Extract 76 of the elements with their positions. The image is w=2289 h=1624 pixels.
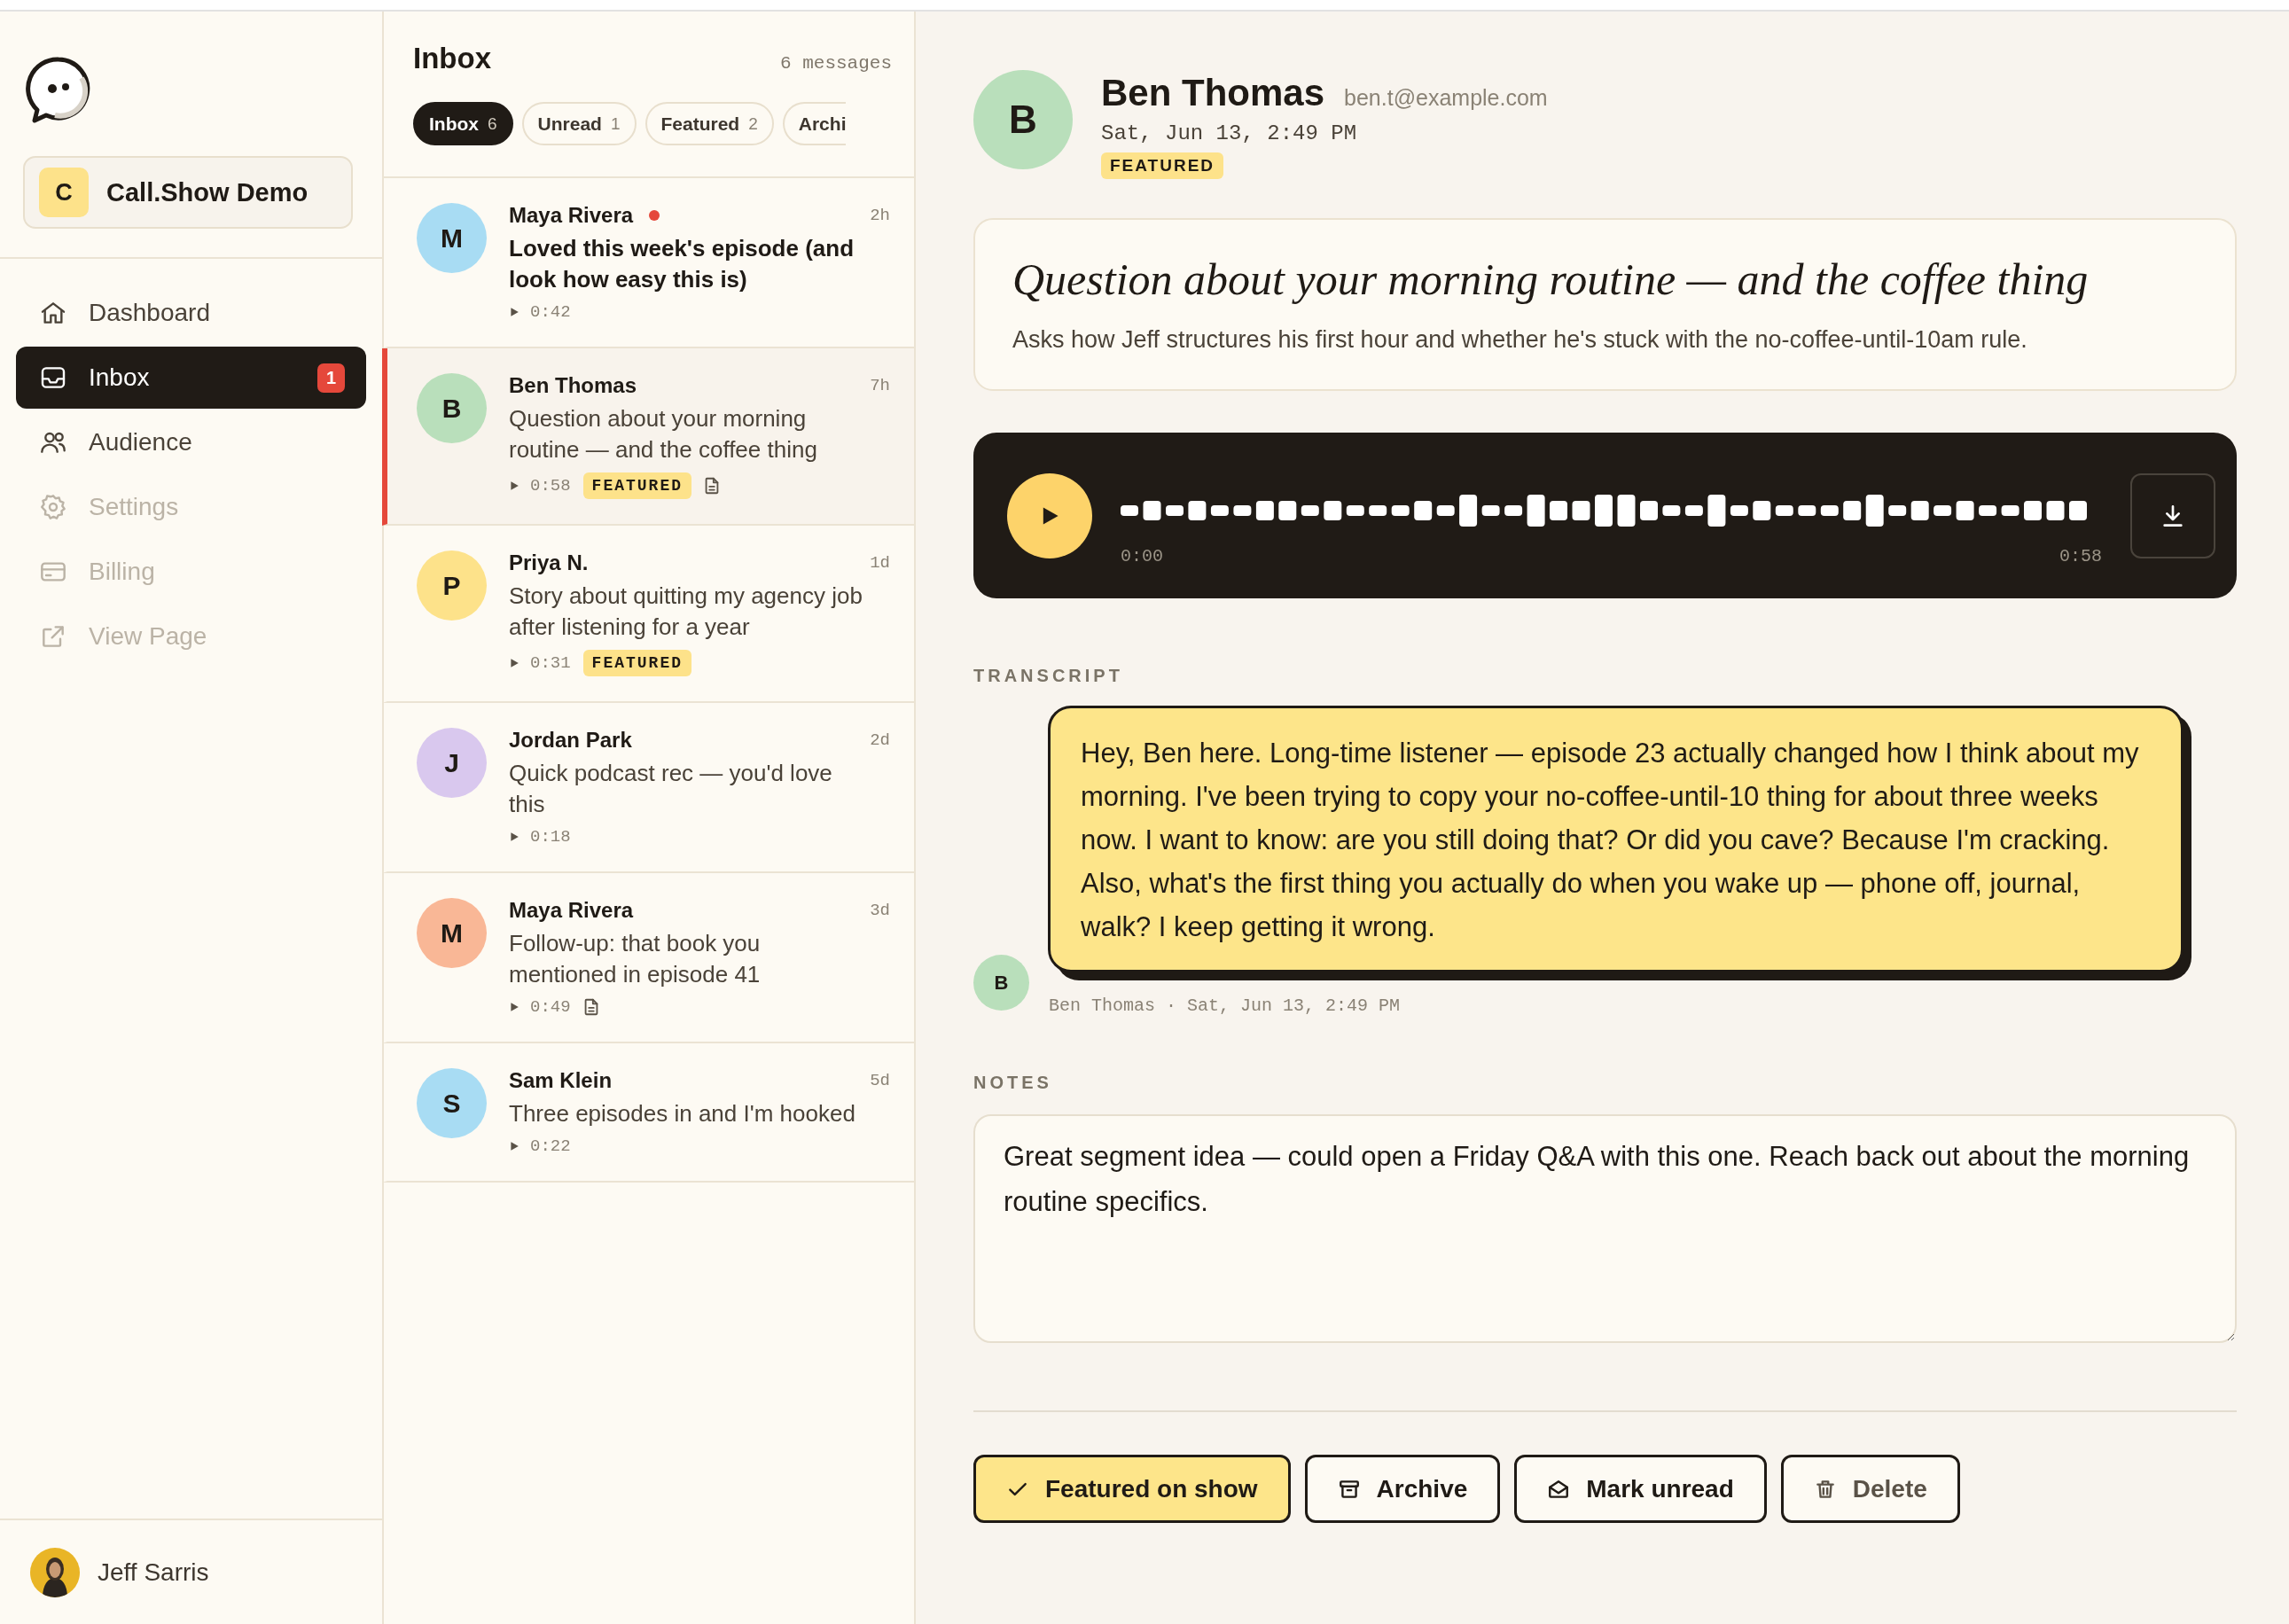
- sender-name: Jordan Park: [509, 728, 632, 753]
- play-icon: [509, 658, 520, 668]
- message-time: 3d: [870, 901, 890, 920]
- duration: 0:49: [530, 997, 571, 1017]
- message-time: 2d: [870, 730, 890, 750]
- message-time: 1d: [870, 553, 890, 573]
- nav-item[interactable]: Dashboard: [16, 282, 366, 344]
- transcript-caption: Ben Thomas · Sat, Jun 13, 2:49 PM: [1049, 995, 1401, 1016]
- filter-tab[interactable]: Featured 2: [645, 102, 774, 145]
- play-icon: [509, 832, 520, 842]
- sender-name: Ben Thomas: [509, 373, 637, 398]
- message-time: 5d: [870, 1071, 890, 1090]
- play-icon: [509, 480, 520, 491]
- message-count: 6 messages: [779, 53, 892, 74]
- sender-name: Maya Rivera: [509, 898, 634, 923]
- sender-name: Ben Thomas: [1101, 72, 1325, 114]
- user-name: Jeff Sarris: [98, 1558, 209, 1587]
- duration: 0:18: [530, 827, 571, 847]
- message-subject: Three episodes in and I'm hooked: [509, 1099, 856, 1128]
- message-time: 2h: [870, 206, 890, 225]
- avatar: B: [417, 373, 487, 443]
- sender-name: Sam Klein: [509, 1068, 613, 1093]
- list-title: Inbox: [413, 42, 491, 75]
- message-date: Sat, Jun 13, 2:49 PM: [1101, 121, 1358, 145]
- count-badge: 1: [316, 363, 345, 393]
- message-row[interactable]: S Sam Klein 5d Three episodes in and I'm hooked 0:22: [382, 1043, 914, 1183]
- featured-badge: FEATURED: [582, 650, 692, 676]
- filter-tab[interactable]: Archi: [782, 102, 847, 145]
- message-subject: Story about quitting my agency job after listening for a year: [509, 582, 863, 642]
- sender-name: Priya N.: [509, 550, 589, 575]
- avatar: B: [973, 70, 1073, 169]
- workspace-button[interactable]: C Call.Show Demo: [23, 156, 353, 229]
- settings-icon: [39, 493, 67, 521]
- filter-tab[interactable]: Inbox 6: [413, 102, 513, 145]
- section-label: NOTES: [973, 1073, 1053, 1093]
- archive-button[interactable]: Archive: [1304, 1455, 1501, 1523]
- message-title: Question about your morning routine — and the coffee thing: [1012, 254, 2090, 305]
- message-row[interactable]: M Maya Rivera 3d Follow-up: that book you mentioned in episode 41 0:49: [382, 873, 914, 1043]
- message-summary: Asks how Jeff structures his first hour and whether he's stuck with the no-coffee-until-10am rule.: [1012, 326, 2028, 354]
- duration: 0:22: [530, 1136, 571, 1156]
- message-subject: Quick podcast rec — you'd love this: [509, 759, 833, 819]
- sender-email: ben.t@example.com: [1344, 85, 1548, 111]
- current-time: 0:00: [1121, 546, 1163, 566]
- duration: 0:58: [530, 476, 571, 496]
- featured-badge: FEATURED: [582, 472, 692, 499]
- avatar: S: [417, 1068, 487, 1138]
- message-subject: Follow-up: that book you mentioned in episode 41: [509, 929, 762, 989]
- message-subject: Loved this week's episode (and look how easy this is): [509, 234, 855, 294]
- avatar: J: [417, 728, 487, 798]
- avatar: B: [973, 955, 1029, 1011]
- chat-bubble-icon: [25, 56, 92, 125]
- message-time: 7h: [870, 376, 890, 395]
- section-label: TRANSCRIPT: [973, 666, 1124, 686]
- feature-button[interactable]: Featured on show: [973, 1455, 1291, 1523]
- workspace-initial: C: [39, 168, 89, 217]
- unread-button[interactable]: Mark unread: [1514, 1455, 1767, 1523]
- play-icon: [509, 1002, 520, 1012]
- total-time: 0:58: [2059, 546, 2102, 566]
- message-subject: Question about your morning routine — and the coffee thing: [509, 404, 818, 465]
- featured-badge: FEATURED: [1101, 152, 1224, 179]
- sender-name: Maya Rivera: [509, 203, 634, 228]
- duration: 0:31: [530, 653, 571, 673]
- play-icon: [509, 1141, 520, 1152]
- nav-item[interactable]: Audience: [16, 411, 366, 473]
- message-row[interactable]: J Jordan Park 2d Quick podcast rec — you'd love this 0:18: [382, 703, 914, 873]
- notes-field[interactable]: Great segment idea — could open a Friday Q&A with this one. Reach back out about the morning routine specifics.: [973, 1114, 2237, 1343]
- duration: 0:42: [530, 302, 571, 322]
- delete-button[interactable]: Delete: [1780, 1455, 1960, 1523]
- avatar: M: [417, 203, 487, 273]
- message-row[interactable]: B Ben Thomas 7h Question about your morning routine — and the coffee thing 0:58 FEATURED: [382, 348, 914, 526]
- avatar: P: [417, 550, 487, 621]
- nav-item[interactable]: Inbox 1: [16, 347, 366, 409]
- play-icon: [509, 307, 520, 317]
- filter-tab[interactable]: Unread 1: [521, 102, 637, 145]
- message-row[interactable]: P Priya N. 1d Story about quitting my agency job after listening for a year 0:31 FEATURED: [382, 526, 914, 703]
- avatar: M: [417, 898, 487, 968]
